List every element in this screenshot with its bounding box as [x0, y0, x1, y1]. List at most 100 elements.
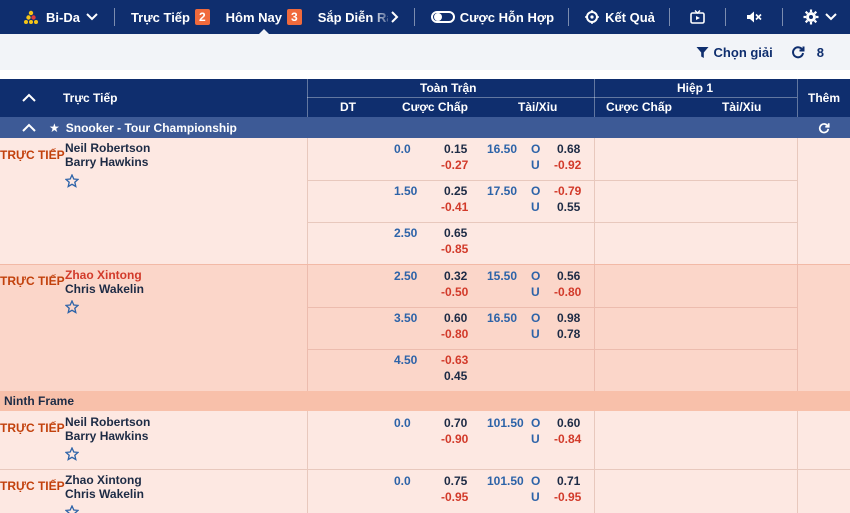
- tab-upcoming[interactable]: Sắp Diễn Ra: [310, 0, 388, 34]
- sport-label: Bi-Da: [46, 9, 80, 25]
- divider: [413, 8, 415, 26]
- match-block: TRỰC TIẾP Neil Robertson Barry Hawkins 0…: [0, 138, 850, 264]
- handicap-away-odds[interactable]: -0.41: [441, 200, 468, 214]
- handicap-home-odds[interactable]: 0.60: [444, 311, 467, 325]
- handicap-line: 2.50: [394, 269, 418, 283]
- over-odds[interactable]: 0.56: [557, 269, 580, 283]
- total-line: 101.50: [487, 416, 524, 430]
- over-odds[interactable]: 0.71: [557, 474, 580, 488]
- today-count-badge: 3: [287, 9, 302, 25]
- over-label: O: [531, 474, 541, 488]
- collapse-league-icon[interactable]: [22, 123, 36, 133]
- star-icon[interactable]: [65, 174, 79, 188]
- star-icon[interactable]: [65, 300, 79, 314]
- home-team[interactable]: Zhao Xintong: [65, 268, 142, 282]
- handicap-home-odds[interactable]: 0.15: [444, 142, 467, 156]
- refresh-icon: [791, 46, 805, 59]
- home-team[interactable]: Neil Robertson: [65, 141, 150, 155]
- tab-today[interactable]: Hôm Nay 3: [218, 0, 310, 35]
- under-label: U: [531, 490, 540, 504]
- handicap-home-odds[interactable]: 0.75: [444, 474, 467, 488]
- under-odds[interactable]: 0.55: [557, 200, 580, 214]
- divider: [307, 180, 797, 181]
- divider: [797, 138, 798, 264]
- tab-live[interactable]: Trực Tiếp 2: [123, 0, 218, 34]
- away-team[interactable]: Chris Wakelin: [65, 282, 144, 296]
- parlay-label: Cược Hỗn Hợp: [459, 9, 555, 25]
- star-icon[interactable]: [65, 447, 79, 461]
- away-team[interactable]: Barry Hawkins: [65, 429, 148, 443]
- handicap-line: 2.50: [394, 226, 418, 240]
- results-button[interactable]: Kết Quả: [577, 0, 663, 34]
- select-league-button[interactable]: Chọn giải: [696, 45, 773, 60]
- live-tag: TRỰC TIẾP: [0, 148, 65, 162]
- header-handicap-h1: Cược Chấp: [606, 100, 672, 114]
- settings-button[interactable]: [795, 0, 845, 34]
- odds-table-header: Trực Tiếp Toàn Trận Hiệp 1 DT Cược Chấp …: [0, 79, 850, 117]
- divider: [307, 349, 797, 350]
- handicap-away-odds[interactable]: 0.45: [444, 369, 467, 383]
- tv-button[interactable]: [682, 0, 713, 34]
- handicap-home-odds[interactable]: 0.65: [444, 226, 467, 240]
- under-label: U: [531, 432, 540, 446]
- total-line: 16.50: [487, 311, 518, 325]
- over-label: O: [531, 142, 541, 156]
- refresh-icon[interactable]: [818, 122, 830, 134]
- handicap-away-odds[interactable]: -0.80: [441, 327, 468, 341]
- sport-selector[interactable]: Bi-Da: [0, 0, 106, 34]
- handicap-away-odds[interactable]: -0.95: [441, 490, 468, 504]
- handicap-away-odds[interactable]: -0.85: [441, 242, 468, 256]
- home-team[interactable]: Neil Robertson: [65, 415, 150, 429]
- tab-upcoming-label: Sắp Diễn Ra: [317, 9, 388, 25]
- toggle-switch[interactable]: [430, 11, 455, 23]
- tab-today-label: Hôm Nay: [225, 9, 283, 25]
- chevron-right-icon[interactable]: [390, 11, 400, 23]
- handicap-home-odds[interactable]: -0.63: [441, 353, 468, 367]
- handicap-home-odds[interactable]: 0.32: [444, 269, 467, 283]
- total-line: 101.50: [487, 474, 524, 488]
- away-team[interactable]: Chris Wakelin: [65, 487, 144, 501]
- market-group-header[interactable]: Ninth Frame: [0, 391, 850, 411]
- live-tag: TRỰC TIẾP: [0, 421, 65, 435]
- header-over-under: Tài/Xỉu: [518, 100, 558, 114]
- collapse-all-icon[interactable]: [22, 93, 36, 103]
- divider: [594, 79, 595, 117]
- parlay-toggle[interactable]: Cược Hỗn Hợp: [423, 0, 562, 34]
- live-tag: TRỰC TIẾP: [0, 479, 65, 493]
- handicap-home-odds[interactable]: 0.70: [444, 416, 467, 430]
- refresh-counter: 8: [816, 44, 824, 60]
- under-odds[interactable]: -0.95: [554, 490, 581, 504]
- favorite-league-icon[interactable]: ★: [49, 121, 60, 135]
- over-odds[interactable]: 0.68: [557, 142, 580, 156]
- live-count-badge: 2: [194, 9, 210, 25]
- divider: [307, 307, 797, 308]
- away-team[interactable]: Barry Hawkins: [65, 155, 148, 169]
- league-name: Snooker - Tour Championship: [65, 120, 237, 135]
- handicap-away-odds[interactable]: -0.90: [441, 432, 468, 446]
- handicap-away-odds[interactable]: -0.50: [441, 285, 468, 299]
- home-team[interactable]: Zhao Xintong: [65, 473, 142, 487]
- divider: [307, 470, 308, 513]
- league-header[interactable]: ★ Snooker - Tour Championship: [0, 117, 850, 138]
- divider: [113, 8, 115, 26]
- divider: [797, 470, 798, 513]
- under-odds[interactable]: -0.84: [554, 432, 581, 446]
- under-label: U: [531, 200, 540, 214]
- under-odds[interactable]: 0.78: [557, 327, 580, 341]
- gear-icon: [803, 9, 819, 25]
- divider: [307, 138, 308, 264]
- under-odds[interactable]: -0.92: [554, 158, 581, 172]
- mute-button[interactable]: [738, 0, 770, 34]
- divider: [797, 265, 798, 391]
- divider: [594, 265, 595, 391]
- handicap-home-odds[interactable]: 0.25: [444, 184, 467, 198]
- under-odds[interactable]: -0.80: [554, 285, 581, 299]
- handicap-away-odds[interactable]: -0.27: [441, 158, 468, 172]
- target-icon: [585, 10, 600, 24]
- over-odds[interactable]: -0.79: [554, 184, 581, 198]
- refresh-button[interactable]: 8: [791, 45, 824, 60]
- star-icon[interactable]: [65, 505, 79, 513]
- over-odds[interactable]: 0.98: [557, 311, 580, 325]
- over-odds[interactable]: 0.60: [557, 416, 580, 430]
- handicap-line: 1.50: [394, 184, 418, 198]
